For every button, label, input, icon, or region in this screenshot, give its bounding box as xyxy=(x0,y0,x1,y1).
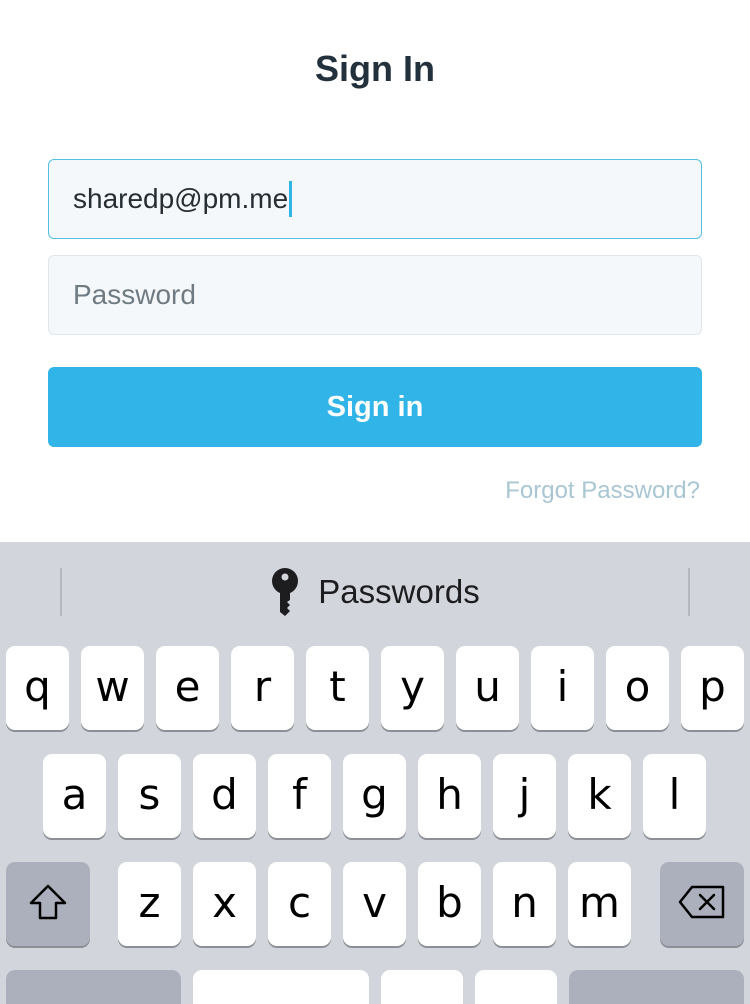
page-title: Sign In xyxy=(315,48,435,89)
passwords-label: Passwords xyxy=(318,573,480,610)
key-t[interactable]: t xyxy=(306,646,369,730)
key-h[interactable]: h xyxy=(418,754,481,838)
key-e[interactable]: e xyxy=(156,646,219,730)
sign-in-button[interactable]: Sign in xyxy=(48,367,702,447)
key-q[interactable]: q xyxy=(6,646,69,730)
key-x[interactable]: x xyxy=(193,862,256,946)
key-j[interactable]: j xyxy=(493,754,556,838)
key-u[interactable]: u xyxy=(456,646,519,730)
key-w[interactable]: w xyxy=(81,646,144,730)
key-i[interactable]: i xyxy=(531,646,594,730)
delete-key[interactable] xyxy=(660,862,744,946)
period-key[interactable] xyxy=(475,970,557,1004)
key-p[interactable]: p xyxy=(681,646,744,730)
key-b[interactable]: b xyxy=(418,862,481,946)
email-value: sharedp@pm.me xyxy=(73,183,289,214)
space-key[interactable] xyxy=(193,970,369,1004)
backspace-icon xyxy=(678,885,726,919)
shift-key[interactable] xyxy=(6,862,90,946)
key-a[interactable]: a xyxy=(43,754,106,838)
key-d[interactable]: d xyxy=(193,754,256,838)
key-k[interactable]: k xyxy=(568,754,631,838)
at-key[interactable] xyxy=(381,970,463,1004)
keyboard: Passwords q w e r t y u i o p a s d f g … xyxy=(0,542,750,1004)
key-f[interactable]: f xyxy=(268,754,331,838)
key-r[interactable]: r xyxy=(231,646,294,730)
key-l[interactable]: l xyxy=(643,754,706,838)
password-field[interactable]: Password xyxy=(48,255,702,335)
passwords-suggestion[interactable]: Passwords xyxy=(0,542,750,642)
key-n[interactable]: n xyxy=(493,862,556,946)
text-caret xyxy=(289,181,293,217)
key-g[interactable]: g xyxy=(343,754,406,838)
forgot-password-link[interactable]: Forgot Password? xyxy=(505,477,700,505)
key-o[interactable]: o xyxy=(606,646,669,730)
email-field[interactable]: sharedp@pm.me xyxy=(48,159,702,239)
numbers-key[interactable] xyxy=(6,970,181,1004)
key-v[interactable]: v xyxy=(343,862,406,946)
shift-icon xyxy=(28,883,68,921)
key-icon xyxy=(270,568,300,616)
key-y[interactable]: y xyxy=(381,646,444,730)
password-placeholder: Password xyxy=(73,279,196,310)
key-m[interactable]: m xyxy=(568,862,631,946)
key-z[interactable]: z xyxy=(118,862,181,946)
sign-in-screen: Sign In sharedp@pm.me Password Sign in F… xyxy=(0,0,750,1004)
key-c[interactable]: c xyxy=(268,862,331,946)
suggestion-bar: Passwords xyxy=(0,542,750,642)
key-s[interactable]: s xyxy=(118,754,181,838)
return-key[interactable] xyxy=(569,970,744,1004)
